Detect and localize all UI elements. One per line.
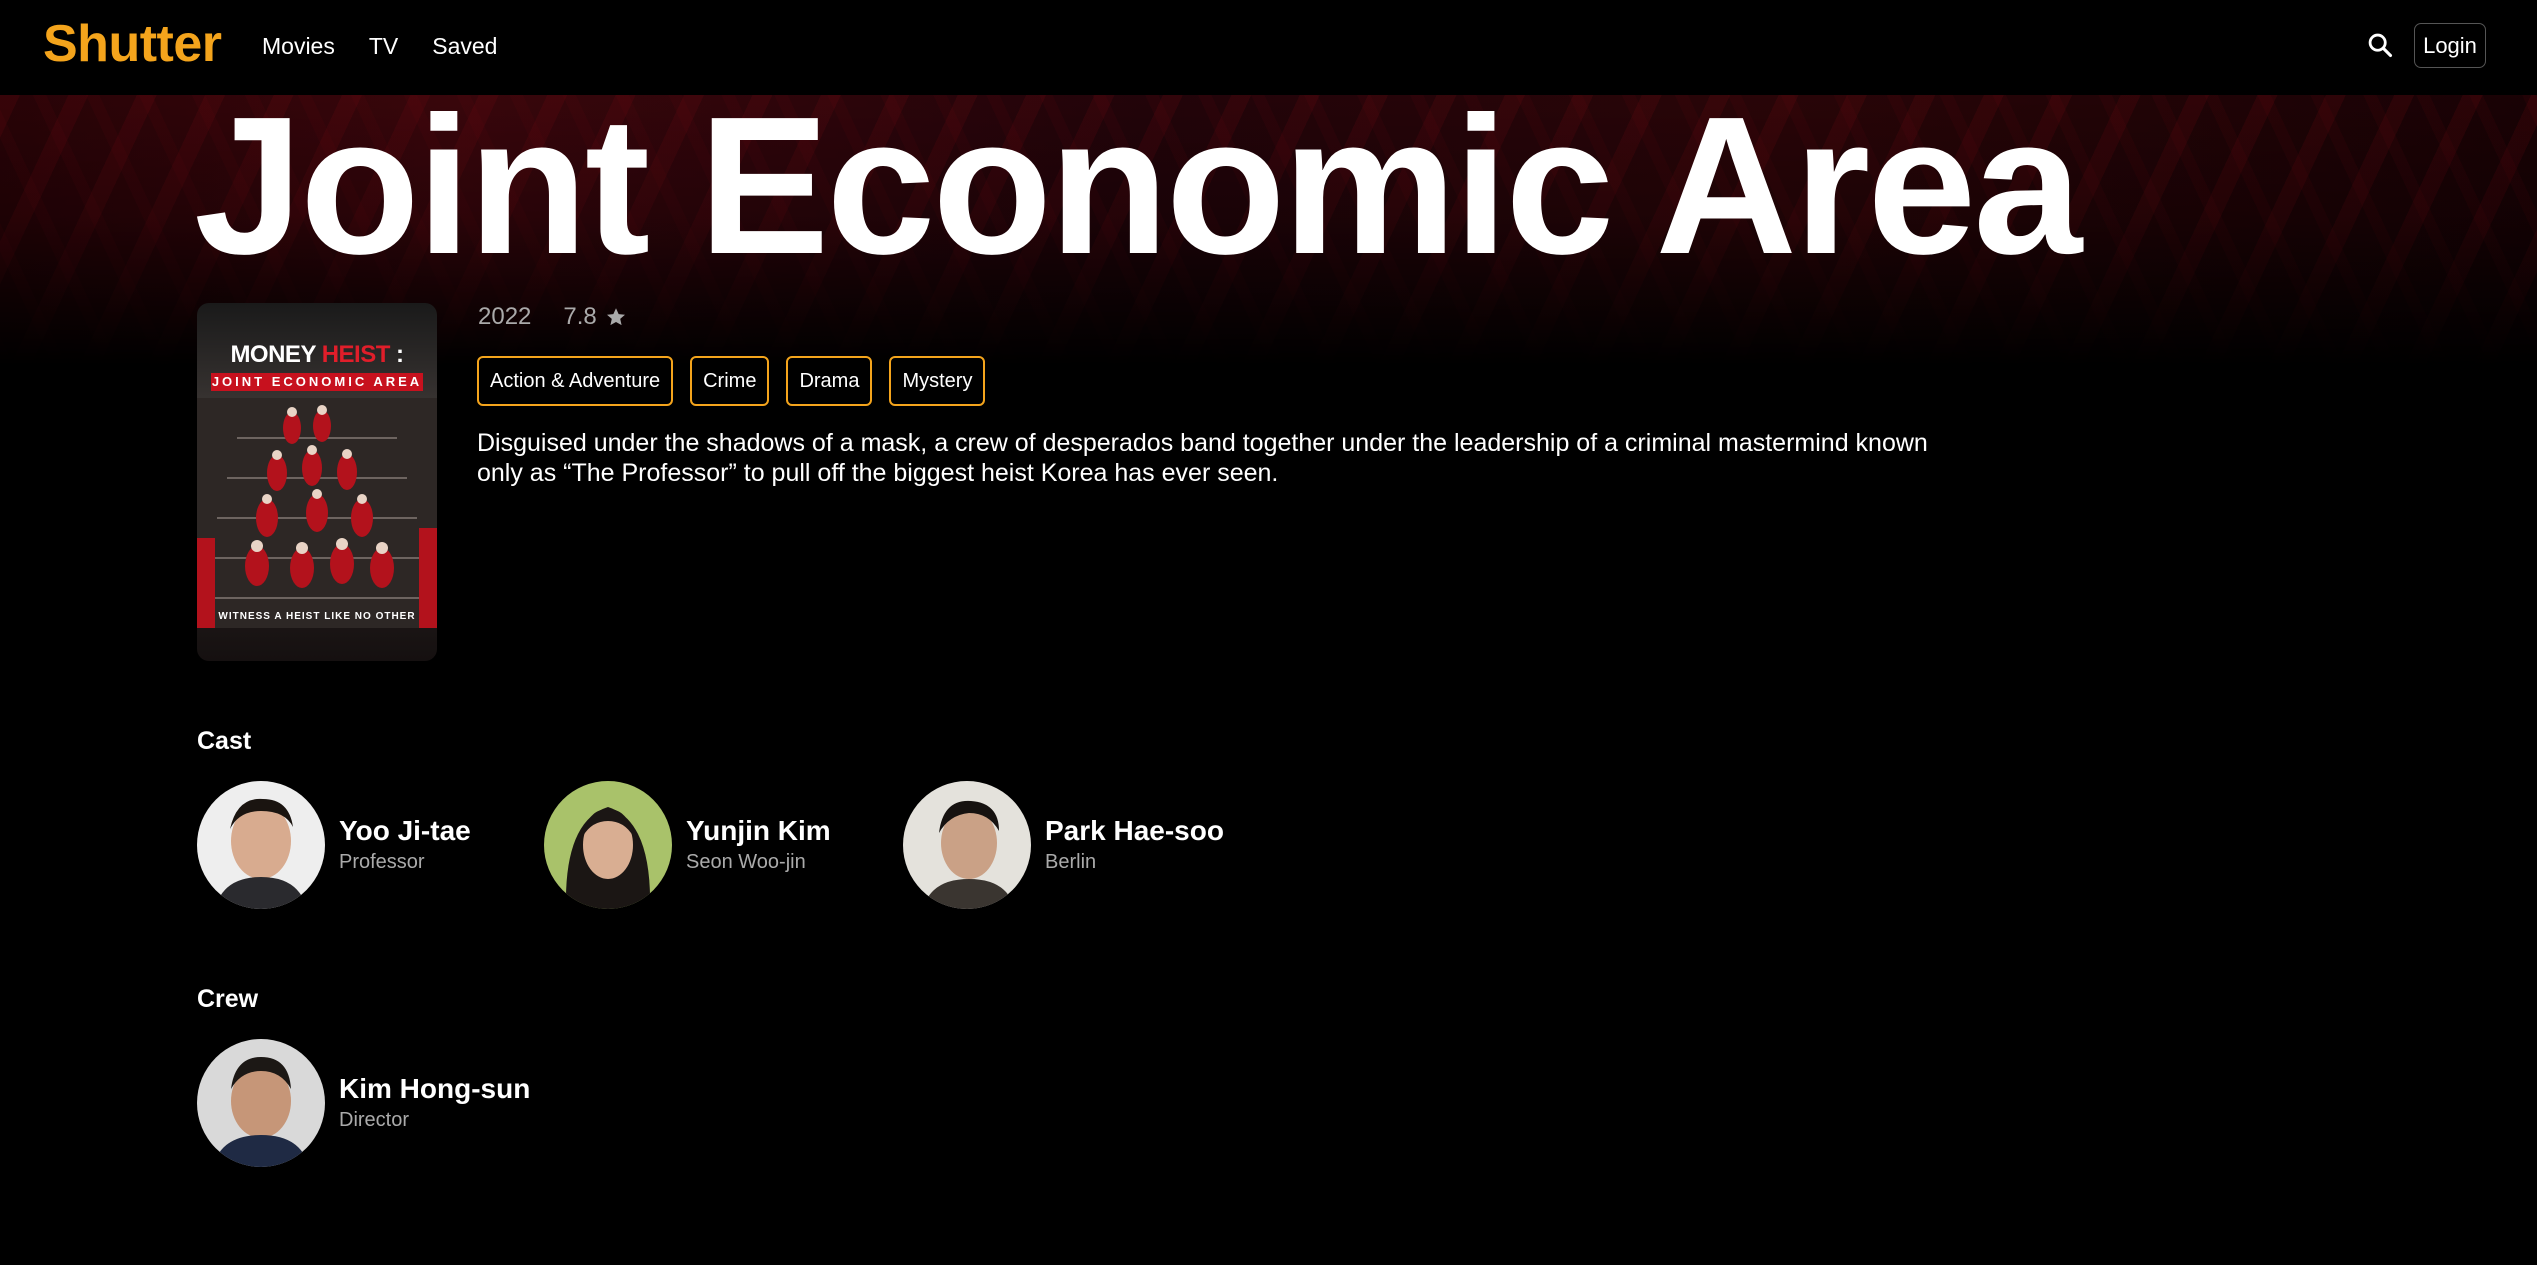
person-info: Yunjin Kim Seon Woo-jin [686, 814, 831, 876]
cast-member[interactable]: Yoo Ji-tae Professor [197, 781, 471, 909]
person-role: Professor [339, 851, 425, 873]
top-navbar: Shutter Movies TV Saved Login [0, 0, 2537, 95]
poster-subtitle: JOINT ECONOMIC AREA [211, 373, 423, 391]
person-info: Kim Hong-sun Director [339, 1072, 530, 1134]
person-name: Yunjin Kim [686, 815, 831, 846]
avatar [197, 781, 325, 909]
show-meta: 2022 7.8 [478, 303, 627, 331]
main-nav: Movies TV Saved [262, 33, 497, 60]
poster-tagline: WITNESS A HEIST LIKE NO OTHER [218, 611, 416, 622]
logo[interactable]: Shutter [43, 14, 222, 74]
cast-heading: Cast [197, 727, 252, 755]
star-icon [606, 308, 625, 326]
genre-list: Action & Adventure Crime Drama Mystery [477, 356, 986, 406]
genre-tag[interactable]: Mystery [889, 356, 986, 406]
login-button[interactable]: Login [2414, 23, 2486, 68]
overview-text: Disguised under the shadows of a mask, a… [477, 429, 1928, 487]
avatar [903, 781, 1031, 909]
cast-member[interactable]: Yunjin Kim Seon Woo-jin [544, 781, 831, 909]
crew-member[interactable]: Kim Hong-sun Director [197, 1039, 530, 1167]
person-role: Seon Woo-jin [686, 851, 806, 873]
page: Shutter Movies TV Saved Login Joint Econ… [0, 0, 2537, 1265]
nav-tv[interactable]: TV [369, 33, 398, 60]
nav-movies[interactable]: Movies [262, 33, 335, 60]
person-name: Kim Hong-sun [339, 1073, 531, 1104]
poster-image: MONEY HEIST : KOREA JOINT ECONOMIC AREA [197, 303, 437, 661]
search-icon[interactable] [2366, 31, 2394, 59]
rating-value: 7.8 [563, 303, 597, 330]
person-role: Berlin [1045, 851, 1097, 873]
person-role: Director [339, 1109, 410, 1131]
poster-artwork [197, 398, 437, 628]
rating: 7.8 [563, 303, 626, 331]
cast-member[interactable]: Park Hae-soo Berlin [903, 781, 1224, 909]
genre-tag[interactable]: Drama [786, 356, 873, 406]
release-year: 2022 [478, 303, 532, 330]
show-title: Joint Economic Area [194, 76, 2082, 295]
genre-tag[interactable]: Action & Adventure [477, 356, 674, 406]
crew-heading: Crew [197, 985, 259, 1013]
avatar [544, 781, 672, 909]
person-info: Park Hae-soo Berlin [1045, 814, 1224, 876]
person-info: Yoo Ji-tae Professor [339, 814, 471, 876]
person-name: Yoo Ji-tae [339, 815, 471, 846]
genre-tag[interactable]: Crime [690, 356, 770, 406]
person-name: Park Hae-soo [1045, 815, 1224, 846]
avatar [197, 1039, 325, 1167]
nav-saved[interactable]: Saved [432, 33, 497, 60]
